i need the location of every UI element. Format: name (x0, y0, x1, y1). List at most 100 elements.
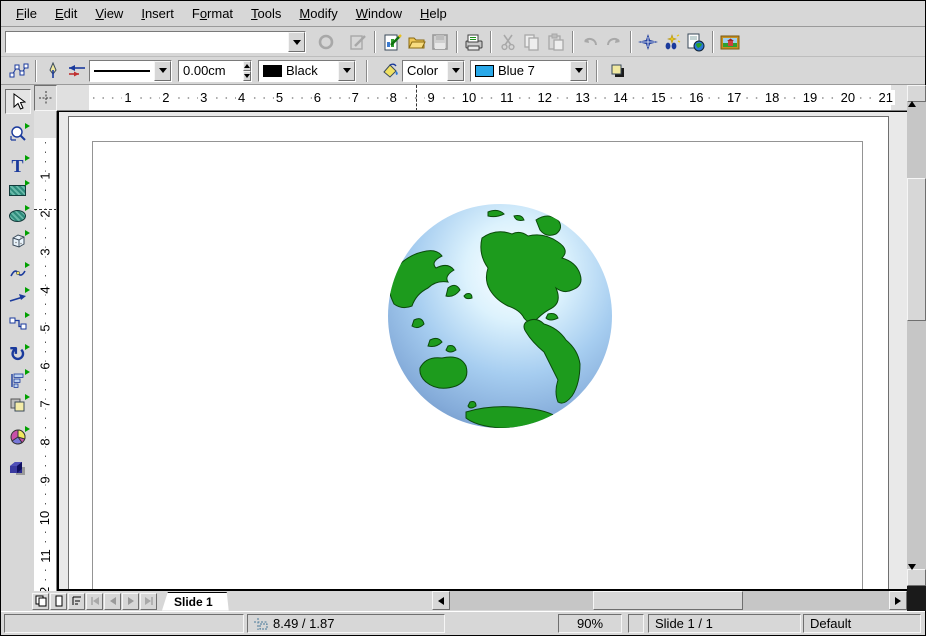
horizontal-ruler: 123456789101112131415161718192021 (57, 85, 907, 111)
arrange-tool-button[interactable] (5, 392, 31, 417)
reload-icon (317, 33, 335, 51)
save-button[interactable] (428, 30, 452, 54)
alignment-tool-button[interactable] (5, 367, 31, 392)
menu-file[interactable]: File (7, 3, 46, 24)
cut-icon (499, 33, 517, 51)
right-arrow-icon (895, 597, 901, 605)
first-slide-button[interactable] (86, 593, 103, 610)
gallery-button[interactable] (718, 30, 742, 54)
menu-window[interactable]: Window (347, 3, 411, 24)
menu-view[interactable]: View (86, 3, 132, 24)
print-button[interactable] (462, 30, 486, 54)
redo-icon (604, 33, 624, 51)
connector-tool-button[interactable] (5, 310, 31, 335)
undo-button[interactable] (578, 30, 602, 54)
zoom-icon (662, 33, 682, 51)
cut-button[interactable] (496, 30, 520, 54)
edit-file-button[interactable] (346, 30, 370, 54)
fill-can-button[interactable] (378, 59, 402, 83)
line-width-up-button[interactable] (243, 61, 251, 71)
menu-help[interactable]: Help (411, 3, 456, 24)
status-zoom-field: 90% (558, 614, 622, 633)
menu-format[interactable]: Format (183, 3, 242, 24)
ellipse-tool-button[interactable] (5, 203, 31, 228)
notes-view-icon (53, 595, 65, 607)
notes-view-button[interactable] (50, 593, 67, 610)
select-button[interactable] (5, 89, 31, 114)
arrow-style-button[interactable] (65, 59, 89, 83)
drawing-canvas[interactable]: Hello, World. (57, 111, 907, 591)
horizontal-scrollbar-thumb[interactable] (593, 591, 743, 610)
gallery-icon (719, 33, 741, 52)
url-combobox[interactable] (5, 31, 306, 53)
hyperlink-internet-button[interactable] (684, 30, 708, 54)
redo-button[interactable] (602, 30, 626, 54)
line-style-combobox[interactable] (89, 60, 172, 82)
rectangle-tool-button[interactable] (5, 178, 31, 203)
ruler-origin-button[interactable] (34, 85, 57, 111)
scroll-up-button[interactable] (907, 85, 926, 102)
line-color-combobox[interactable]: Black (258, 60, 356, 82)
select-icon (10, 93, 26, 111)
line-arrow-tool-button[interactable] (5, 285, 31, 310)
hyperlink-internet-icon (686, 33, 706, 52)
fill-color-combobox[interactable]: Blue 7 (470, 60, 588, 82)
pen-button[interactable] (41, 59, 65, 83)
vertical-scrollbar[interactable] (907, 85, 926, 586)
line-width-spinner[interactable] (178, 60, 252, 82)
edit-file-icon (349, 33, 367, 51)
navigator-icon (637, 33, 659, 51)
zoom-tool-button[interactable] (5, 121, 31, 146)
globe-image[interactable] (386, 202, 614, 430)
new-document-button[interactable] (380, 30, 404, 54)
edit-points-button[interactable] (7, 59, 31, 83)
open-button[interactable] (404, 30, 428, 54)
slide-tab[interactable]: Slide 1 (162, 592, 229, 611)
previous-slide-button[interactable] (104, 593, 121, 610)
effects3d-tool-button[interactable] (5, 456, 31, 481)
fill-color-dropdown-button[interactable] (570, 61, 587, 81)
copy-button[interactable] (520, 30, 544, 54)
fill-color-label: Blue 7 (498, 63, 570, 78)
menu-modify[interactable]: Modify (290, 3, 346, 24)
line-width-input[interactable] (179, 61, 243, 81)
menu-insert[interactable]: Insert (132, 3, 183, 24)
effects3d-icon (8, 460, 27, 477)
line-style-dropdown-button[interactable] (154, 61, 171, 81)
left-arrow-icon (438, 597, 444, 605)
reload-button[interactable] (314, 30, 338, 54)
url-dropdown-button[interactable] (288, 32, 305, 52)
menu-tools[interactable]: Tools (242, 3, 290, 24)
down-arrow-icon (908, 564, 916, 585)
horizontal-scrollbar[interactable] (450, 591, 890, 610)
slide-view-button[interactable] (32, 593, 49, 610)
url-input[interactable] (6, 32, 288, 52)
scroll-left-button[interactable] (432, 591, 450, 610)
fill-style-combobox[interactable]: Color (402, 60, 465, 82)
last-slide-icon (143, 596, 155, 606)
line-color-dropdown-button[interactable] (338, 61, 355, 81)
vertical-scrollbar-thumb[interactable] (907, 178, 926, 321)
fill-style-dropdown-button[interactable] (447, 61, 464, 81)
scroll-right-button[interactable] (889, 591, 907, 610)
text-tool-button[interactable]: T (5, 153, 31, 178)
curve-tool-button[interactable] (5, 260, 31, 285)
ellipse-icon (9, 210, 26, 222)
last-slide-button[interactable] (140, 593, 157, 610)
shadow-button[interactable] (606, 59, 630, 83)
navigator-button[interactable] (636, 30, 660, 54)
object3d-tool-button[interactable] (5, 228, 31, 253)
rotate-tool-button[interactable]: ↻ (5, 342, 31, 367)
insert-tool-button[interactable] (5, 424, 31, 449)
outline-view-button[interactable] (68, 593, 85, 610)
line-color-swatch (263, 65, 282, 77)
next-icon (128, 597, 134, 605)
next-slide-button[interactable] (122, 593, 139, 610)
scroll-down-button[interactable] (907, 569, 926, 586)
slide-tab-bar: Slide 1 (1, 591, 907, 611)
menu-edit[interactable]: Edit (46, 3, 86, 24)
line-width-down-button[interactable] (243, 71, 251, 81)
cursor-position-marker-v (34, 209, 57, 210)
zoom-button[interactable] (660, 30, 684, 54)
paste-button[interactable] (544, 30, 568, 54)
